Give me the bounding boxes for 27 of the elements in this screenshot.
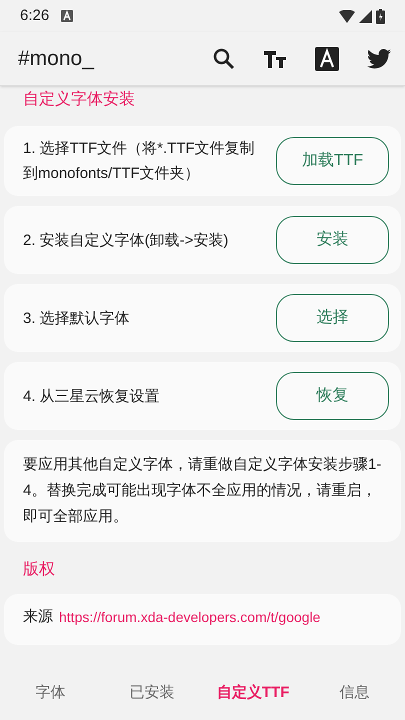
search-icon[interactable] bbox=[213, 48, 235, 70]
signal-icon bbox=[359, 10, 372, 22]
nav-tab[interactable]: 字体 bbox=[0, 666, 102, 720]
nav-tab[interactable]: 已安装 bbox=[101, 666, 202, 720]
status-time: 6:26 bbox=[20, 6, 50, 26]
app-title: #mono_ bbox=[18, 46, 96, 72]
step-button[interactable]: 加载TTF bbox=[276, 137, 389, 185]
text-size-icon[interactable] bbox=[263, 48, 287, 68]
source-label: 来源 bbox=[23, 607, 53, 627]
step-text: 2. 安装自定义字体(卸载->安装) bbox=[23, 230, 230, 250]
step-text: 4. 从三星云恢复设置 bbox=[23, 386, 161, 406]
notification-icon bbox=[61, 10, 74, 22]
step-text: 1. 选择TTF文件（将*.TTF文件复制到monofonts/TTF文件夹） bbox=[23, 139, 256, 184]
font-icon[interactable] bbox=[315, 46, 339, 70]
wifi-icon bbox=[339, 10, 355, 22]
battery-icon bbox=[376, 8, 385, 24]
step-button[interactable]: 安装 bbox=[276, 216, 389, 264]
section-heading: 自定义字体安装 bbox=[22, 90, 136, 110]
bird-icon[interactable] bbox=[367, 48, 391, 68]
step-text: 3. 选择默认字体 bbox=[23, 308, 131, 328]
nav-tab[interactable]: 自定义TTF bbox=[202, 666, 304, 720]
step-button[interactable]: 选择 bbox=[276, 294, 389, 342]
nav-tab[interactable]: 信息 bbox=[304, 666, 405, 720]
source-link[interactable]: https://forum.xda-developers.com/t/google bbox=[59, 606, 320, 628]
info-card: 要应用其他自定义字体，请重做自定义字体安装步骤1-4。替换完成可能出现字体不全应用的情况，请重启，即可全部应用。 bbox=[4, 440, 401, 542]
section-heading: 版权 bbox=[22, 560, 56, 580]
step-button[interactable]: 恢复 bbox=[276, 372, 389, 420]
